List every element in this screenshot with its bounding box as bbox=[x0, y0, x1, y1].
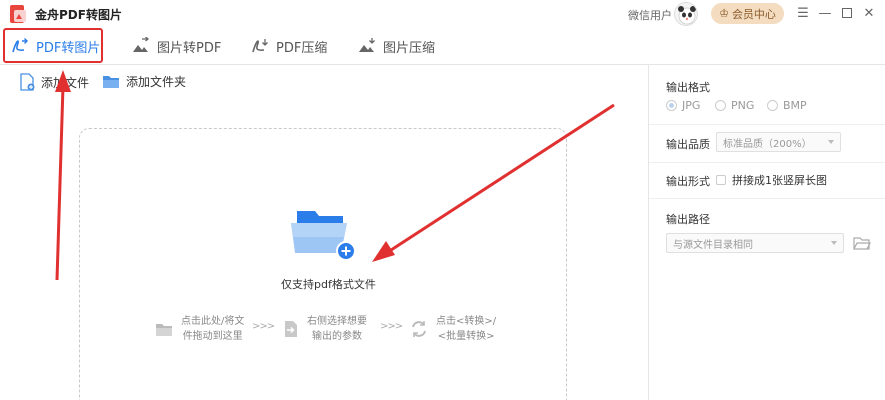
folder-add-icon[interactable] bbox=[289, 207, 355, 263]
add-folder-label: 添加文件夹 bbox=[126, 75, 187, 89]
quality-select[interactable]: 标准品质（200%） bbox=[716, 132, 841, 152]
tab-label: 图片压缩 bbox=[383, 40, 436, 56]
user-name[interactable]: 微信用户 bbox=[628, 7, 672, 23]
step-arrow-1: >>> bbox=[252, 321, 275, 332]
divider bbox=[649, 162, 885, 163]
app-title: 金舟PDF转图片 bbox=[35, 8, 122, 22]
maximize-button[interactable] bbox=[838, 4, 856, 22]
step-2: 右侧选择想要 输出的参数 bbox=[283, 314, 367, 344]
step-3-text: 点击<转换>/ <批量转换> bbox=[436, 316, 497, 342]
output-form-label: 输出形式 bbox=[666, 175, 710, 188]
minimize-icon: — bbox=[818, 5, 832, 21]
step-1-text: 点击此处/将文 件拖动到这里 bbox=[181, 316, 245, 342]
drop-zone-hint: 仅支持pdf格式文件 bbox=[281, 278, 376, 291]
browse-folder-icon[interactable] bbox=[853, 236, 871, 251]
tab-bar: PDF转图片 图片转PDF PDF压缩 图片压缩 bbox=[0, 27, 885, 65]
divider bbox=[649, 124, 885, 125]
tab-label: PDF压缩 bbox=[276, 40, 328, 56]
title-bar: 金舟PDF转图片 微信用户 ♔ 会员中心 ☰ — ✕ bbox=[0, 0, 885, 27]
tab-pdf-compress[interactable]: PDF压缩 bbox=[250, 32, 327, 60]
output-path-select[interactable]: 与源文件目录相同 bbox=[666, 233, 844, 253]
close-button[interactable]: ✕ bbox=[860, 4, 878, 22]
image-compress-icon bbox=[359, 38, 375, 52]
radio-icon bbox=[767, 100, 778, 111]
convert-step-icon bbox=[412, 321, 426, 337]
add-file-icon bbox=[20, 73, 35, 91]
tab-label: 图片转PDF bbox=[157, 40, 222, 56]
menu-button[interactable]: ☰ bbox=[794, 4, 812, 22]
step-1: 点击此处/将文 件拖动到这里 bbox=[155, 314, 244, 344]
vip-center-button[interactable]: ♔ 会员中心 bbox=[711, 3, 784, 24]
import-step-icon bbox=[285, 321, 297, 337]
output-format-label: 输出格式 bbox=[666, 81, 710, 94]
chevron-down-icon bbox=[831, 241, 837, 245]
avatar[interactable] bbox=[674, 2, 698, 26]
step-3: 点击<转换>/ <批量转换> bbox=[410, 314, 496, 344]
tab-image-to-pdf[interactable]: 图片转PDF bbox=[131, 32, 221, 60]
format-radio-png[interactable]: PNG bbox=[715, 99, 754, 112]
output-quality-label: 输出品质 bbox=[666, 138, 710, 151]
minimize-button[interactable]: — bbox=[816, 4, 834, 22]
app-logo-icon bbox=[10, 5, 26, 23]
add-file-label: 添加文件 bbox=[41, 75, 90, 90]
format-radio-bmp[interactable]: BMP bbox=[767, 99, 807, 112]
step-2-text: 右侧选择想要 输出的参数 bbox=[307, 316, 367, 342]
divider bbox=[649, 198, 885, 199]
maximize-icon bbox=[842, 8, 852, 18]
image-convert-icon bbox=[133, 37, 150, 52]
pdf-compress-icon bbox=[252, 39, 268, 53]
folder-step-icon bbox=[156, 323, 172, 336]
add-file-button[interactable]: 添加文件 bbox=[20, 73, 89, 91]
hamburger-icon: ☰ bbox=[797, 5, 809, 21]
radio-icon bbox=[666, 100, 677, 111]
add-folder-icon bbox=[103, 75, 119, 88]
vip-center-label: 会员中心 bbox=[731, 7, 776, 21]
vip-crown-icon: ♔ bbox=[719, 7, 729, 20]
annotation-highlight-box bbox=[3, 28, 103, 63]
file-drop-zone[interactable] bbox=[79, 128, 567, 400]
stitch-long-image-checkbox[interactable]: 拼接成1张竖屏长图 bbox=[716, 172, 827, 188]
close-icon: ✕ bbox=[863, 5, 875, 21]
chevron-down-icon bbox=[828, 140, 834, 144]
checkbox-icon bbox=[716, 175, 726, 185]
tab-image-compress[interactable]: 图片压缩 bbox=[357, 32, 435, 60]
radio-icon bbox=[715, 100, 726, 111]
panda-avatar-icon bbox=[678, 6, 696, 25]
add-folder-button[interactable]: 添加文件夹 bbox=[102, 73, 186, 90]
output-path-label: 输出路径 bbox=[666, 213, 710, 226]
step-arrow-2: >>> bbox=[380, 321, 403, 332]
annotation-arrow-up bbox=[55, 70, 71, 281]
format-radio-jpg[interactable]: JPG bbox=[666, 99, 700, 112]
